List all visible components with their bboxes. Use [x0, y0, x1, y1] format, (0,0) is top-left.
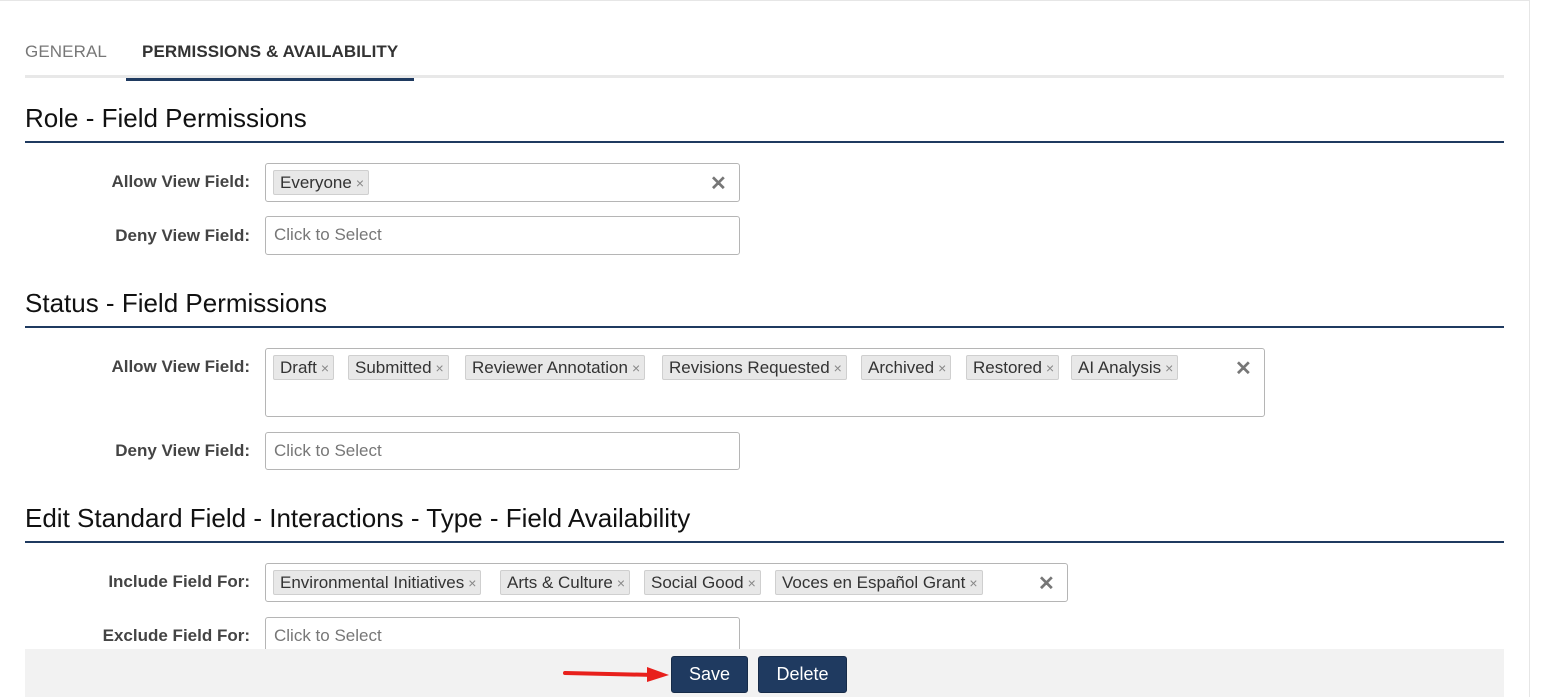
tag-remove-icon[interactable]: ×	[1165, 360, 1173, 376]
tag-archived: Archived ×	[861, 355, 952, 380]
tag-remove-icon[interactable]: ×	[436, 360, 444, 376]
tag-remove-icon[interactable]: ×	[468, 575, 476, 591]
tag-remove-icon[interactable]: ×	[321, 360, 329, 376]
tag-label: AI Analysis	[1078, 358, 1162, 377]
tag-voces-en-espanol-grant: Voces en Español Grant ×	[775, 570, 983, 595]
clear-all-icon[interactable]: ✕	[1235, 356, 1252, 381]
include-field-select[interactable]: Environmental Initiatives × Arts & Cultur…	[265, 563, 1068, 602]
annotation-arrow-icon	[563, 667, 669, 682]
role-deny-label: Deny View Field:	[115, 226, 250, 245]
tag-remove-icon[interactable]: ×	[834, 360, 842, 376]
clear-all-icon[interactable]: ✕	[710, 171, 727, 196]
role-deny-select[interactable]: Click to Select	[265, 216, 740, 255]
clear-all-icon[interactable]: ✕	[1038, 571, 1055, 596]
include-field-label: Include Field For:	[108, 572, 250, 591]
tag-draft: Draft ×	[273, 355, 335, 380]
tag-arts-culture: Arts & Culture ×	[500, 570, 630, 595]
tag-label: Draft	[280, 358, 317, 377]
tag-submitted: Submitted ×	[348, 355, 449, 380]
exclude-field-label: Exclude Field For:	[102, 626, 250, 645]
tag-label: Revisions Requested	[669, 358, 830, 377]
tab-permissions-availability[interactable]: PERMISSIONS & AVAILABILITY	[126, 37, 415, 81]
tag-social-good: Social Good ×	[644, 570, 761, 595]
tag-label: Social Good	[651, 573, 744, 592]
status-deny-select[interactable]: Click to Select	[265, 432, 740, 470]
tag-remove-icon[interactable]: ×	[617, 575, 625, 591]
role-allow-label: Allow View Field:	[111, 172, 250, 191]
section-title-status: Status - Field Permissions	[25, 288, 1504, 328]
tab-general[interactable]: GENERAL	[25, 37, 107, 78]
tag-label: Archived	[868, 358, 935, 377]
tag-remove-icon[interactable]: ×	[748, 575, 756, 591]
tag-label: Arts & Culture	[507, 573, 613, 592]
section-title-role: Role - Field Permissions	[25, 103, 1504, 143]
tag-label: Reviewer Annotation	[472, 358, 628, 377]
tag-remove-icon[interactable]: ×	[356, 175, 364, 191]
tag-environmental-initiatives: Environmental Initiatives ×	[273, 570, 482, 595]
tag-remove-icon[interactable]: ×	[632, 360, 640, 376]
tag-label: Restored	[973, 358, 1042, 377]
exclude-field-placeholder: Click to Select	[274, 626, 382, 645]
tag-label: Environmental Initiatives	[280, 573, 465, 592]
tag-ai-analysis: AI Analysis ×	[1071, 355, 1179, 380]
tag-label: Everyone	[280, 173, 352, 192]
section-title-availability: Edit Standard Field - Interactions - Typ…	[25, 503, 1504, 543]
tag-remove-icon[interactable]: ×	[969, 575, 977, 591]
action-footer: Save Delete	[25, 649, 1504, 697]
field-settings-panel: GENERAL PERMISSIONS & AVAILABILITY Role …	[0, 0, 1530, 697]
tag-label: Voces en Español Grant	[782, 573, 966, 592]
tab-bar: GENERAL PERMISSIONS & AVAILABILITY	[25, 37, 1504, 81]
tag-remove-icon[interactable]: ×	[1046, 360, 1054, 376]
status-deny-placeholder: Click to Select	[274, 441, 382, 460]
role-allow-select[interactable]: Everyone × ✕	[265, 163, 740, 202]
tag-label: Submitted	[355, 358, 432, 377]
tag-reviewer-annotation: Reviewer Annotation ×	[465, 355, 646, 380]
tag-remove-icon[interactable]: ×	[938, 360, 946, 376]
role-deny-placeholder: Click to Select	[274, 225, 382, 244]
tag-revisions-requested: Revisions Requested ×	[662, 355, 847, 380]
status-allow-label: Allow View Field:	[111, 357, 250, 376]
status-deny-label: Deny View Field:	[115, 441, 250, 460]
tag-everyone: Everyone ×	[273, 170, 370, 195]
delete-button[interactable]: Delete	[758, 656, 847, 693]
tag-restored: Restored ×	[966, 355, 1060, 380]
status-allow-select[interactable]: Draft × Submitted × Reviewer Annotation × R…	[265, 348, 1265, 417]
save-button[interactable]: Save	[671, 656, 748, 693]
